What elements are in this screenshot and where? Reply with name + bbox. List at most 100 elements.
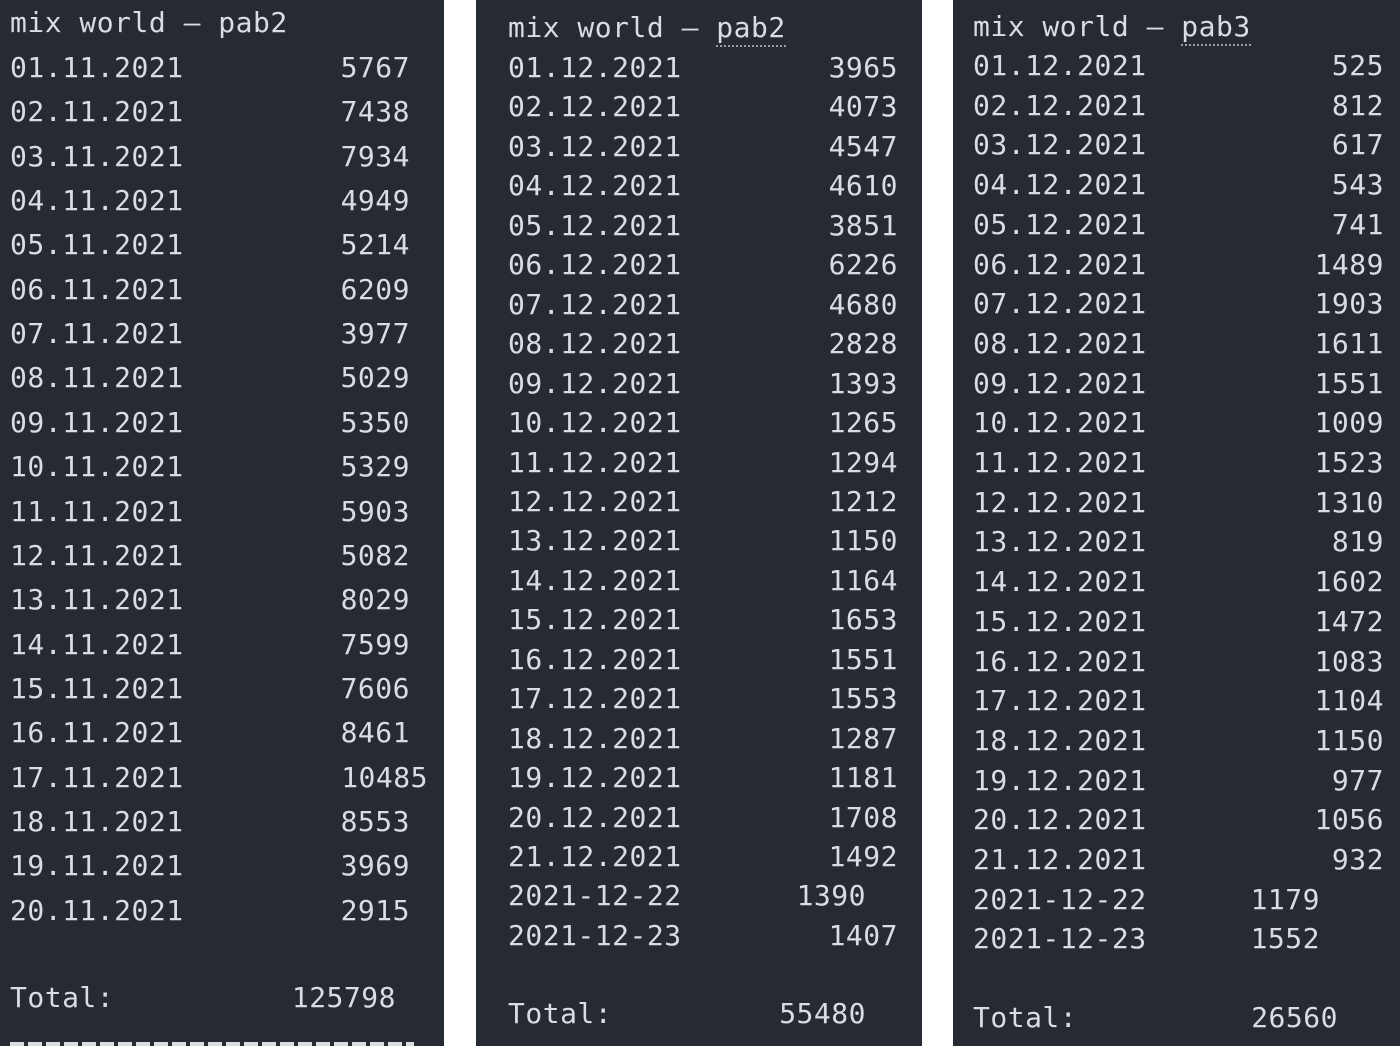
row-date: 20.11.2021	[10, 894, 184, 927]
row-date: 17.12.2021	[508, 682, 682, 715]
row-date: 03.12.2021	[973, 128, 1147, 161]
row-date: 2021-12-22	[973, 883, 1147, 916]
panel-title: mix world – pab3	[973, 10, 1251, 46]
total-value: 26560	[1251, 1001, 1338, 1034]
row-value: 7606	[340, 672, 410, 705]
row-date: 09.11.2021	[10, 406, 184, 439]
row-date: 16.12.2021	[973, 645, 1147, 678]
row-date: 18.11.2021	[10, 805, 184, 838]
row-date: 11.11.2021	[10, 495, 184, 528]
total-label: Total:	[10, 981, 115, 1014]
row-date: 16.12.2021	[508, 643, 682, 676]
row-date: 18.12.2021	[508, 722, 682, 755]
terminal-panel-2: mix world – pab2 01.12.2021 3965 02.12.2021…	[476, 0, 922, 1046]
row-date: 09.12.2021	[508, 367, 682, 400]
row-value: 1602	[1314, 565, 1384, 598]
row-value: 8461	[340, 716, 410, 749]
row-date: 17.11.2021	[10, 761, 184, 794]
row-value: 10485	[341, 761, 428, 794]
row-value: 8029	[340, 583, 410, 616]
row-value: 1310	[1314, 486, 1384, 519]
row-date: 02.12.2021	[508, 90, 682, 123]
terminal-panel-1: mix world – pab2 01.11.2021 5767 02.11.2021…	[0, 0, 444, 1046]
row-value: 4680	[828, 288, 898, 321]
row-value: 3977	[340, 317, 410, 350]
row-value: 525	[1331, 49, 1384, 82]
row-value: 3851	[828, 209, 898, 242]
row-date: 07.12.2021	[973, 287, 1147, 320]
row-date: 08.12.2021	[973, 327, 1147, 360]
row-date: 04.12.2021	[508, 169, 682, 202]
row-value: 1212	[828, 485, 898, 518]
row-date: 10.12.2021	[973, 406, 1147, 439]
row-value: 977	[1331, 764, 1384, 797]
row-value: 1294	[828, 446, 898, 479]
row-value: 5329	[340, 450, 410, 483]
row-value: 2828	[828, 327, 898, 360]
row-date: 02.11.2021	[10, 95, 184, 128]
row-date: 12.12.2021	[973, 486, 1147, 519]
row-value: 1083	[1314, 645, 1384, 678]
row-value: 5082	[340, 539, 410, 572]
row-value: 1265	[828, 406, 898, 439]
row-value: 1164	[828, 564, 898, 597]
row-value: 1551	[1314, 367, 1384, 400]
row-date: 09.12.2021	[973, 367, 1147, 400]
row-value: 5767	[340, 51, 410, 84]
row-value: 4949	[340, 184, 410, 217]
row-date: 12.12.2021	[508, 485, 682, 518]
row-value: 1552	[1250, 922, 1320, 955]
row-value: 5214	[340, 228, 410, 261]
row-date: 15.11.2021	[10, 672, 184, 705]
title-name: pab3	[1181, 10, 1251, 46]
row-date: 21.12.2021	[973, 843, 1147, 876]
row-date: 05.12.2021	[973, 208, 1147, 241]
row-value: 3969	[340, 849, 410, 882]
row-value: 932	[1331, 843, 1384, 876]
row-date: 13.12.2021	[508, 524, 682, 557]
row-value: 7934	[340, 140, 410, 173]
row-date: 21.12.2021	[508, 840, 682, 873]
row-date: 12.11.2021	[10, 539, 184, 572]
row-value: 1390	[796, 879, 866, 912]
row-value: 1551	[828, 643, 898, 676]
row-date: 06.11.2021	[10, 273, 184, 306]
row-date: 10.12.2021	[508, 406, 682, 439]
row-date: 01.11.2021	[10, 51, 184, 84]
row-date: 13.11.2021	[10, 583, 184, 616]
row-value: 6226	[828, 248, 898, 281]
row-date: 06.12.2021	[508, 248, 682, 281]
row-value: 819	[1331, 525, 1384, 558]
row-value: 5903	[340, 495, 410, 528]
title-prefix: mix world –	[508, 11, 717, 44]
row-value: 1150	[1314, 724, 1384, 757]
title-prefix: mix world –	[10, 6, 219, 39]
row-date: 11.12.2021	[508, 446, 682, 479]
row-date: 03.11.2021	[10, 140, 184, 173]
row-date: 07.11.2021	[10, 317, 184, 350]
row-value: 1181	[828, 761, 898, 794]
row-date: 2021-12-22	[508, 879, 682, 912]
row-value: 6209	[340, 273, 410, 306]
title-name: pab2	[218, 6, 288, 39]
panel-title: mix world – pab2	[10, 6, 288, 40]
row-date: 13.12.2021	[973, 525, 1147, 558]
row-value: 2915	[340, 894, 410, 927]
row-value: 1489	[1314, 248, 1384, 281]
row-value: 1708	[828, 801, 898, 834]
row-date: 19.11.2021	[10, 849, 184, 882]
row-value: 1653	[828, 603, 898, 636]
total-label: Total:	[508, 997, 613, 1030]
row-date: 03.12.2021	[508, 130, 682, 163]
row-value: 812	[1331, 89, 1384, 122]
row-date: 15.12.2021	[973, 605, 1147, 638]
row-date: 01.12.2021	[508, 51, 682, 84]
row-date: 18.12.2021	[973, 724, 1147, 757]
row-value: 1407	[828, 919, 898, 952]
row-value: 5029	[340, 361, 410, 394]
row-value: 741	[1331, 208, 1384, 241]
row-value: 543	[1331, 168, 1384, 201]
row-date: 15.12.2021	[508, 603, 682, 636]
row-date: 05.11.2021	[10, 228, 184, 261]
terminal-panel-3: mix world – pab3 01.12.2021 525 02.12.2021 8…	[953, 0, 1400, 1046]
